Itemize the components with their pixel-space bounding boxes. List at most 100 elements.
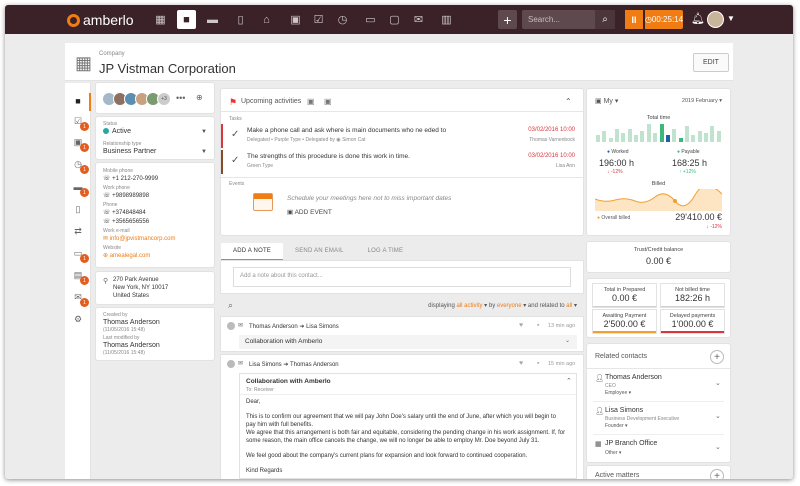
task-icon[interactable]: ☑ 1 xyxy=(72,115,89,131)
contact-name: JP Branch Office xyxy=(605,440,658,447)
note-input[interactable]: Add a note about this contact... xyxy=(233,267,571,287)
search-icon[interactable]: ⌕ xyxy=(228,300,233,311)
status-select[interactable]: Active xyxy=(103,128,131,135)
heart-icon[interactable]: ♥ xyxy=(519,360,523,367)
relationship-select[interactable]: Business Partner xyxy=(103,148,156,155)
search-icon[interactable]: ⌕ xyxy=(595,10,615,29)
contact-tag[interactable]: Other ▾ xyxy=(605,450,621,456)
add-task-icon[interactable]: ▣ xyxy=(324,97,332,106)
chevron-down-icon[interactable]: ▼ xyxy=(201,149,207,155)
task-row[interactable]: ✓ The strengths of this procedure is don… xyxy=(221,150,583,174)
add-event-icon[interactable]: ▣ xyxy=(307,97,315,106)
bell-icon[interactable]: 🔔︎ xyxy=(691,12,705,25)
user-avatar[interactable] xyxy=(707,11,724,28)
activity-item: ✉ Lisa Simons ➔ Thomas Anderson ♥ ▪ 15 m… xyxy=(221,355,583,479)
document-icon[interactable]: ▯ xyxy=(72,203,84,215)
more-options-icon[interactable]: ••• xyxy=(176,93,185,103)
stats-scope-select[interactable]: ▣ My ▾ xyxy=(595,97,618,105)
transfer-icon[interactable]: ⇄ xyxy=(72,225,84,237)
comment-icon[interactable]: ▪ xyxy=(537,322,539,329)
add-matter-button[interactable]: + xyxy=(710,469,724,479)
settings-icon[interactable]: ⚙ xyxy=(72,313,84,325)
contact-card-icon[interactable]: ■ xyxy=(72,95,84,107)
task-row[interactable]: ✓ Make a phone call and ask where is mai… xyxy=(221,124,583,148)
contact-name: Lisa Simons xyxy=(605,407,644,414)
contact-tag[interactable]: Employee ▾ xyxy=(605,390,631,396)
mail-icon[interactable]: ✉ xyxy=(409,10,428,29)
list-item[interactable]: 👤︎ Lisa Simons Business Development Exec… xyxy=(587,403,730,433)
tab-add-note[interactable]: ADD A NOTE xyxy=(221,243,284,261)
not-billed-box[interactable]: Not billed time 182:26 h xyxy=(661,284,724,307)
heart-icon[interactable]: ♥ xyxy=(519,322,523,329)
chevron-down-icon[interactable]: ⌄ xyxy=(715,412,721,420)
delayed-payments-box[interactable]: Delayed payments 1'000.00 € xyxy=(661,310,724,333)
awaiting-payment-box[interactable]: Awaiting Payment 2'500.00 € xyxy=(593,310,656,333)
quick-add-button[interactable]: + xyxy=(498,10,517,29)
more-people-badge[interactable]: +3 xyxy=(157,92,171,106)
chevron-down-icon[interactable]: ⌄ xyxy=(565,337,570,344)
filter-related[interactable]: all xyxy=(566,303,572,309)
app-logo[interactable]: amberlo xyxy=(67,12,134,28)
mobile-phone[interactable]: ☏ +1 212-270-9999 xyxy=(103,175,158,182)
mail-icon[interactable]: ✉ 1 xyxy=(72,291,89,307)
calendar-icon[interactable]: ▣ 1 xyxy=(72,136,89,152)
address-text[interactable]: 270 Park Avenue New York, NY 10017 Unite… xyxy=(113,276,168,300)
dashboard-icon[interactable]: ▦ xyxy=(151,10,170,29)
activity-subject[interactable]: Collaboration with Amberlo xyxy=(239,335,577,349)
top-navigation-bar: amberlo ▦ ■ ▬ ▯ ⌂ ▣ ☑ ◷ ▭ ▢ ✉ ▥ + Search… xyxy=(5,5,793,34)
billing-icon[interactable]: ⌂ xyxy=(257,10,276,29)
list-item[interactable]: 👤︎ Thomas Anderson CEO Employee ▾ ⌄ xyxy=(587,370,730,400)
add-person-icon[interactable]: ⊕ xyxy=(196,93,203,102)
collapse-icon[interactable]: ⌃ xyxy=(565,97,572,106)
website-link[interactable]: ⊕ amealegal.com xyxy=(103,252,150,259)
folder-icon[interactable]: ▭ xyxy=(361,10,380,29)
chevron-down-icon[interactable]: ▼ xyxy=(201,129,207,135)
chart-bar xyxy=(596,135,600,142)
email-link[interactable]: ✉ info@jpvistmancorp.com xyxy=(103,235,175,242)
time-stats-card: ▣ My ▾ 2019 February ▾ Total time ● Work… xyxy=(587,89,730,235)
contact-role: Business Development Executive xyxy=(605,416,680,422)
total-prepared-box[interactable]: Total in Prepared 0.00 € xyxy=(593,284,656,307)
folder-icon[interactable]: ▭ 1 xyxy=(72,247,89,263)
filter-activity-type[interactable]: all activity xyxy=(456,303,482,309)
chevron-down-icon[interactable]: ⌄ xyxy=(715,379,721,387)
edit-button[interactable]: EDIT xyxy=(693,53,729,72)
comment-icon[interactable]: ▪ xyxy=(537,360,539,367)
timer-display[interactable]: ◷ 00:25:14 xyxy=(645,10,683,29)
briefcase-icon[interactable]: ▬ 1 xyxy=(72,181,89,197)
accent-bar xyxy=(661,331,724,333)
contact-tag[interactable]: Founder ▾ xyxy=(605,423,628,429)
list-item[interactable]: ▦ JP Branch Office Other ▾ ⌄ xyxy=(587,436,730,460)
invoice-icon[interactable]: ▤ 1 xyxy=(72,269,89,285)
chevron-down-icon[interactable]: ▼ xyxy=(727,14,735,23)
contacts-icon[interactable]: ■ xyxy=(177,10,196,29)
tasks-icon[interactable]: ☑ xyxy=(309,10,328,29)
clock-icon[interactable]: ◷ xyxy=(333,10,352,29)
calendar-icon[interactable]: ▣ xyxy=(286,10,305,29)
files-icon[interactable]: ▢ xyxy=(385,10,404,29)
phone-1[interactable]: ☏ +374848484 xyxy=(103,209,146,216)
check-icon[interactable]: ✓ xyxy=(231,155,239,166)
time-icon[interactable]: ◷ 1 xyxy=(72,158,89,174)
add-related-button[interactable]: + xyxy=(710,350,724,364)
matters-icon[interactable]: ▬ xyxy=(203,10,222,29)
filter-user[interactable]: everyone xyxy=(497,303,522,309)
activity-participants: Lisa Simons ➔ Thomas Anderson xyxy=(249,362,339,368)
chevron-down-icon[interactable]: ⌄ xyxy=(715,443,721,451)
accent-bar xyxy=(661,306,724,307)
period-select[interactable]: 2019 February ▾ xyxy=(682,98,722,104)
work-phone[interactable]: ☏ +9898989898 xyxy=(103,192,149,199)
task-meta: Green Type xyxy=(247,163,274,169)
phone-2[interactable]: ☏ +3565656556 xyxy=(103,218,149,225)
logo-text: amberlo xyxy=(83,12,134,28)
overall-change: ↓ -12% xyxy=(706,224,722,230)
people-row: +3 ••• ⊕ xyxy=(96,83,214,113)
timer-pause-button[interactable]: II xyxy=(625,10,643,29)
tab-log-time[interactable]: LOG A TIME xyxy=(356,243,416,261)
check-icon[interactable]: ✓ xyxy=(231,129,239,140)
tab-send-email[interactable]: SEND AN EMAIL xyxy=(283,243,356,261)
add-event-button[interactable]: ▣ ADD EVENT xyxy=(287,208,332,216)
reports-icon[interactable]: ▥ xyxy=(437,10,456,29)
documents-icon[interactable]: ▯ xyxy=(231,10,250,29)
collapse-icon[interactable]: ⌃ xyxy=(566,377,572,385)
